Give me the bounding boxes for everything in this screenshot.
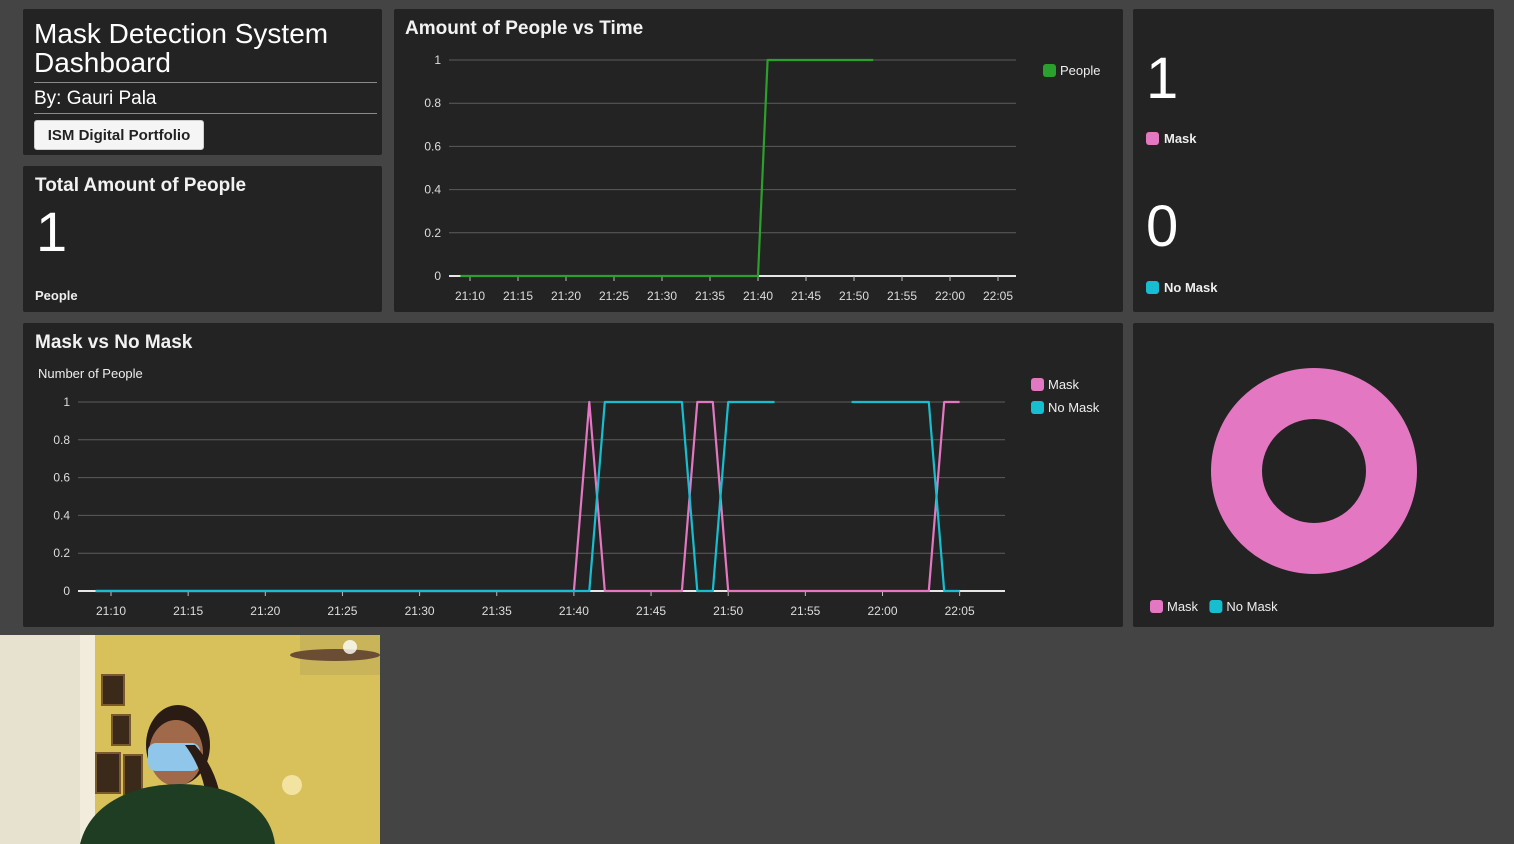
donut-slice-mask [1211,368,1417,574]
legend-swatch-no-mask [1031,401,1044,414]
x-tick-label: 21:25 [327,604,357,618]
mask-count-label: Mask [1164,131,1197,146]
legend-label-mask: Mask [1167,599,1199,614]
x-tick-label: 21:10 [455,289,485,303]
total-people-panel: Total Amount of People 1 People [23,166,382,312]
x-tick-label: 21:45 [636,604,666,618]
y-tick-label: 1 [434,53,441,67]
series-line-people [460,58,874,278]
donut-chart: Mask No Mask [1150,368,1417,614]
x-tick-label: 22:05 [983,289,1013,303]
legend-label-no-mask: No Mask [1048,400,1100,415]
mask-chart: 0 0.2 0.4 0.6 0.8 1 21:10 21:15 21:20 21:25 21:30 2… [38,366,1100,618]
y-tick-label: 0.8 [53,433,70,447]
people-chart-panel: Amount of People vs Time 0 0.2 0.4 0.6 0.8 1 2… [394,9,1123,312]
legend-swatch-no-mask [1209,600,1223,613]
x-tick-label: 21:20 [551,289,581,303]
y-tick-label: 0.4 [424,183,441,197]
webcam-image [0,635,380,844]
y-tick-label: 0.2 [53,546,70,560]
x-tick-label: 21:20 [250,604,280,618]
legend-swatch-mask [1031,378,1044,391]
x-tick-label: 22:05 [945,604,975,618]
y-tick-label: 0 [434,269,441,283]
x-tick-label: 21:15 [173,604,203,618]
y-tick-label: 0.8 [424,96,441,110]
x-tick-label: 21:55 [887,289,917,303]
x-tick-label: 21:50 [839,289,869,303]
x-tick-label: 21:55 [790,604,820,618]
legend-label-no-mask: No Mask [1226,599,1278,614]
legend-swatch-mask [1150,600,1163,613]
series-line-no-mask [95,400,775,593]
total-people-value: 1 [36,200,68,263]
no-mask-count-value: 0 [1146,194,1179,259]
x-tick-label: 21:40 [559,604,589,618]
legend-swatch-people [1043,64,1056,77]
mask-count-legend: Mask [1146,131,1197,146]
x-tick-label: 21:35 [482,604,512,618]
x-tick-label: 21:15 [503,289,533,303]
title-divider [34,82,377,83]
x-tick-label: 21:25 [599,289,629,303]
author-label: By: Gauri Pala [34,88,157,109]
total-people-title: Total Amount of People [35,175,247,196]
x-tick-label: 21:40 [743,289,773,303]
x-tick-label: 21:50 [713,604,743,618]
author-divider [34,113,377,114]
mask-swatch [1146,132,1159,145]
no-mask-swatch [1146,281,1159,294]
y-tick-label: 0 [63,584,70,598]
y-tick-label: 0.4 [53,508,70,522]
legend-label-people: People [1060,63,1100,78]
mask-count-value: 1 [1146,46,1179,111]
no-mask-count-legend: No Mask [1146,280,1217,295]
y-tick-label: 0.6 [424,139,441,153]
x-tick-label: 22:00 [935,289,965,303]
x-tick-label: 22:00 [867,604,897,618]
legend-label-mask: Mask [1048,377,1080,392]
donut-chart-panel: Mask No Mask [1133,323,1494,627]
mask-counts-panel: 1 Mask 0 No Mask [1133,9,1494,312]
mask-chart-panel: Mask vs No Mask 0 0.2 0.4 0.6 0.8 1 21:10 21:15… [23,323,1123,627]
y-tick-label: 1 [63,395,70,409]
y-tick-label: 0.6 [53,471,70,485]
x-tick-label: 21:35 [695,289,725,303]
x-tick-label: 21:45 [791,289,821,303]
x-tick-label: 21:30 [647,289,677,303]
header-panel: Mask Detection System Dashboard By: Gaur… [23,9,382,155]
series-line-mask [95,400,960,593]
y-axis-label: Number of People [38,366,143,381]
series-line-no-mask [851,400,960,593]
portfolio-button[interactable]: ISM Digital Portfolio [34,120,204,150]
total-people-label: People [35,288,78,303]
y-tick-label: 0.2 [424,226,441,240]
webcam-feed [0,635,380,844]
x-tick-label: 21:10 [96,604,126,618]
people-chart: 0 0.2 0.4 0.6 0.8 1 21:10 21:15 21:20 21:25 21:30 2… [424,53,1100,303]
dashboard-title: Mask Detection System Dashboard [34,18,329,78]
x-tick-label: 21:30 [405,604,435,618]
no-mask-count-label: No Mask [1164,280,1218,295]
